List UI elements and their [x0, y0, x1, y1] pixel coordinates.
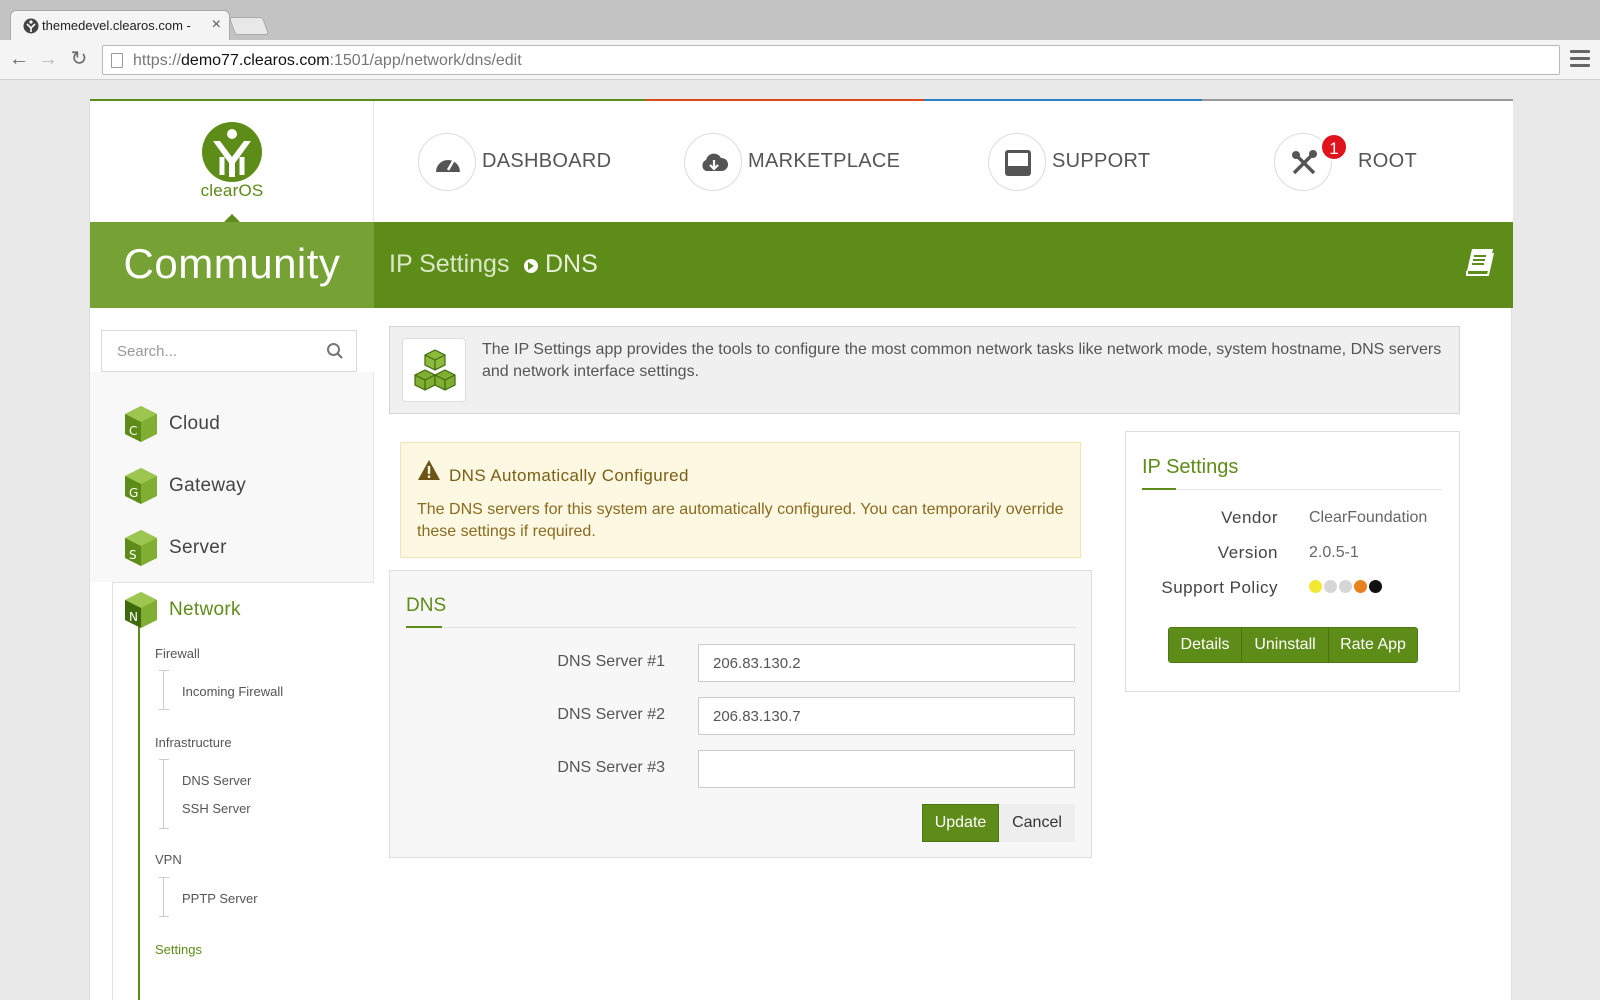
- warning-title: DNS Automatically Configured: [449, 466, 689, 485]
- support-policy-indicator: [1309, 580, 1384, 594]
- edition-title: Community: [123, 240, 341, 287]
- cubes-icon: [414, 349, 456, 391]
- dns-server-1-label: DNS Server #1: [557, 653, 665, 670]
- forward-arrow-icon[interactable]: →: [37, 48, 59, 70]
- browser-menu-icon[interactable]: [1570, 50, 1590, 68]
- search-box: [101, 330, 357, 372]
- book-icon[interactable]: [1464, 246, 1496, 278]
- nav-dashboard-label: DASHBOARD: [482, 150, 612, 172]
- tree-line: [138, 626, 140, 1000]
- nav-root-label: ROOT: [1358, 150, 1417, 172]
- close-tab-icon[interactable]: ×: [212, 16, 221, 34]
- tab-title: themedevel.clearos.com -: [42, 18, 191, 33]
- inbox-icon: [1005, 150, 1031, 176]
- dns-server-2-label: DNS Server #2: [557, 706, 665, 723]
- server-cube-icon: S: [125, 530, 157, 566]
- support-dot: [1339, 580, 1352, 593]
- subcategory-firewall[interactable]: Firewall: [155, 646, 200, 661]
- nav-marketplace-label: MARKETPLACE: [748, 150, 901, 172]
- notification-badge[interactable]: 1: [1320, 133, 1348, 161]
- sidebar-category-label: Server: [169, 537, 227, 558]
- vendor-value: ClearFoundation: [1309, 509, 1428, 526]
- svg-text:N: N: [129, 610, 138, 624]
- sidebar-category-cloud[interactable]: C Cloud: [123, 402, 353, 446]
- top-navigation: DASHBOARD MARKETPLACE SUPPORT 1 ROOT: [374, 101, 1513, 222]
- version-value: 2.0.5-1: [1309, 544, 1359, 561]
- subcategory-settings[interactable]: Settings: [155, 942, 202, 957]
- new-tab-button[interactable]: [228, 17, 270, 35]
- sidebar-item-pptp-server[interactable]: PPTP Server: [182, 891, 258, 906]
- back-arrow-icon[interactable]: ←: [8, 48, 30, 70]
- dns-server-3-label: DNS Server #3: [557, 759, 665, 776]
- uninstall-button[interactable]: Uninstall: [1242, 628, 1329, 662]
- cloud-cube-icon: C: [125, 406, 157, 442]
- app-actions: Details Uninstall Rate App: [1168, 627, 1418, 663]
- cloud-download-icon: [702, 153, 729, 171]
- gateway-cube-icon: G: [125, 468, 157, 504]
- logo-caret: [224, 214, 240, 222]
- app-info-card: IP Settings Vendor ClearFoundation Versi…: [1125, 431, 1460, 692]
- cancel-button[interactable]: Cancel: [999, 804, 1075, 842]
- sidebar-category-label: Gateway: [169, 475, 247, 496]
- support-dot: [1354, 580, 1367, 593]
- page-icon: [111, 53, 123, 68]
- dns-server-3-input[interactable]: [698, 750, 1075, 788]
- breadcrumb-current: DNS: [545, 250, 598, 278]
- address-bar[interactable]: https://demo77.clearos.com:1501/app/netw…: [102, 45, 1560, 75]
- svg-text:S: S: [129, 548, 137, 562]
- subcategory-infrastructure[interactable]: Infrastructure: [155, 735, 232, 750]
- breadcrumb-parent[interactable]: IP Settings: [389, 250, 509, 279]
- sidebar-category-gateway[interactable]: G Gateway: [123, 464, 353, 508]
- support-dot: [1309, 580, 1322, 593]
- sidebar: C Cloud G Gateway S Server: [90, 308, 374, 1000]
- url-text: https://demo77.clearos.com:1501/app/netw…: [133, 52, 522, 69]
- clearos-favicon-icon: [23, 18, 39, 34]
- logo-text: clearOS: [200, 181, 264, 200]
- version-label: Version: [1217, 543, 1278, 562]
- breadcrumb-arrow-icon: [524, 259, 538, 273]
- clearos-logo-icon: [202, 122, 262, 182]
- warning-alert: DNS Automatically Configured The DNS ser…: [400, 442, 1081, 558]
- rate-app-button[interactable]: Rate App: [1329, 628, 1417, 662]
- warning-text: The DNS servers for this system are auto…: [417, 501, 1064, 540]
- svg-text:G: G: [129, 486, 138, 500]
- sidebar-category-server[interactable]: S Server: [123, 526, 353, 570]
- details-button[interactable]: Details: [1169, 628, 1242, 662]
- sidebar-category-label: Network: [169, 599, 241, 620]
- browser-toolbar: ← → ↻ https://demo77.clearos.com:1501/ap…: [0, 40, 1600, 80]
- logo-area[interactable]: clearOS: [90, 101, 374, 222]
- dns-server-2-input[interactable]: [698, 697, 1075, 735]
- support-dot: [1324, 580, 1337, 593]
- warning-icon: [418, 460, 440, 480]
- sidebar-category-network[interactable]: N Network: [123, 588, 353, 632]
- dns-server-1-input[interactable]: [698, 644, 1075, 682]
- update-button[interactable]: Update: [922, 804, 999, 842]
- support-policy-label: Support Policy: [1161, 578, 1278, 597]
- svg-text:C: C: [129, 424, 137, 438]
- gauge-icon: [436, 157, 460, 172]
- app-page: clearOS DASHBOARD MARKETPLACE SUPPORT 1 …: [89, 99, 1513, 1000]
- search-input[interactable]: [102, 331, 317, 371]
- nav-support-label: SUPPORT: [1052, 150, 1151, 172]
- reload-icon[interactable]: ↻: [68, 48, 90, 70]
- sidebar-item-ssh-server[interactable]: SSH Server: [182, 801, 251, 816]
- app-description: The IP Settings app provides the tools t…: [389, 326, 1460, 414]
- sidebar-item-dns-server[interactable]: DNS Server: [182, 773, 251, 788]
- network-cube-icon: N: [125, 592, 157, 628]
- browser-tab-bar: themedevel.clearos.com - ×: [0, 0, 1600, 40]
- tools-icon: [1292, 150, 1317, 175]
- title-banner: Community IP Settings DNS: [90, 222, 1513, 308]
- app-description-text: The IP Settings app provides the tools t…: [482, 341, 1442, 380]
- search-icon[interactable]: [326, 342, 344, 360]
- network-section: [112, 582, 374, 1000]
- form-title: DNS: [406, 595, 447, 616]
- sidebar-category-label: Cloud: [169, 413, 221, 434]
- support-dot: [1369, 580, 1382, 593]
- vendor-label: Vendor: [1221, 508, 1278, 527]
- sidebar-item-incoming-firewall[interactable]: Incoming Firewall: [182, 684, 283, 699]
- dns-form: DNS DNS Server #1 DNS Server #2 DNS Serv…: [389, 570, 1092, 858]
- subcategory-vpn[interactable]: VPN: [155, 852, 182, 867]
- app-info-title: IP Settings: [1142, 456, 1239, 478]
- browser-tab[interactable]: themedevel.clearos.com - ×: [10, 10, 230, 40]
